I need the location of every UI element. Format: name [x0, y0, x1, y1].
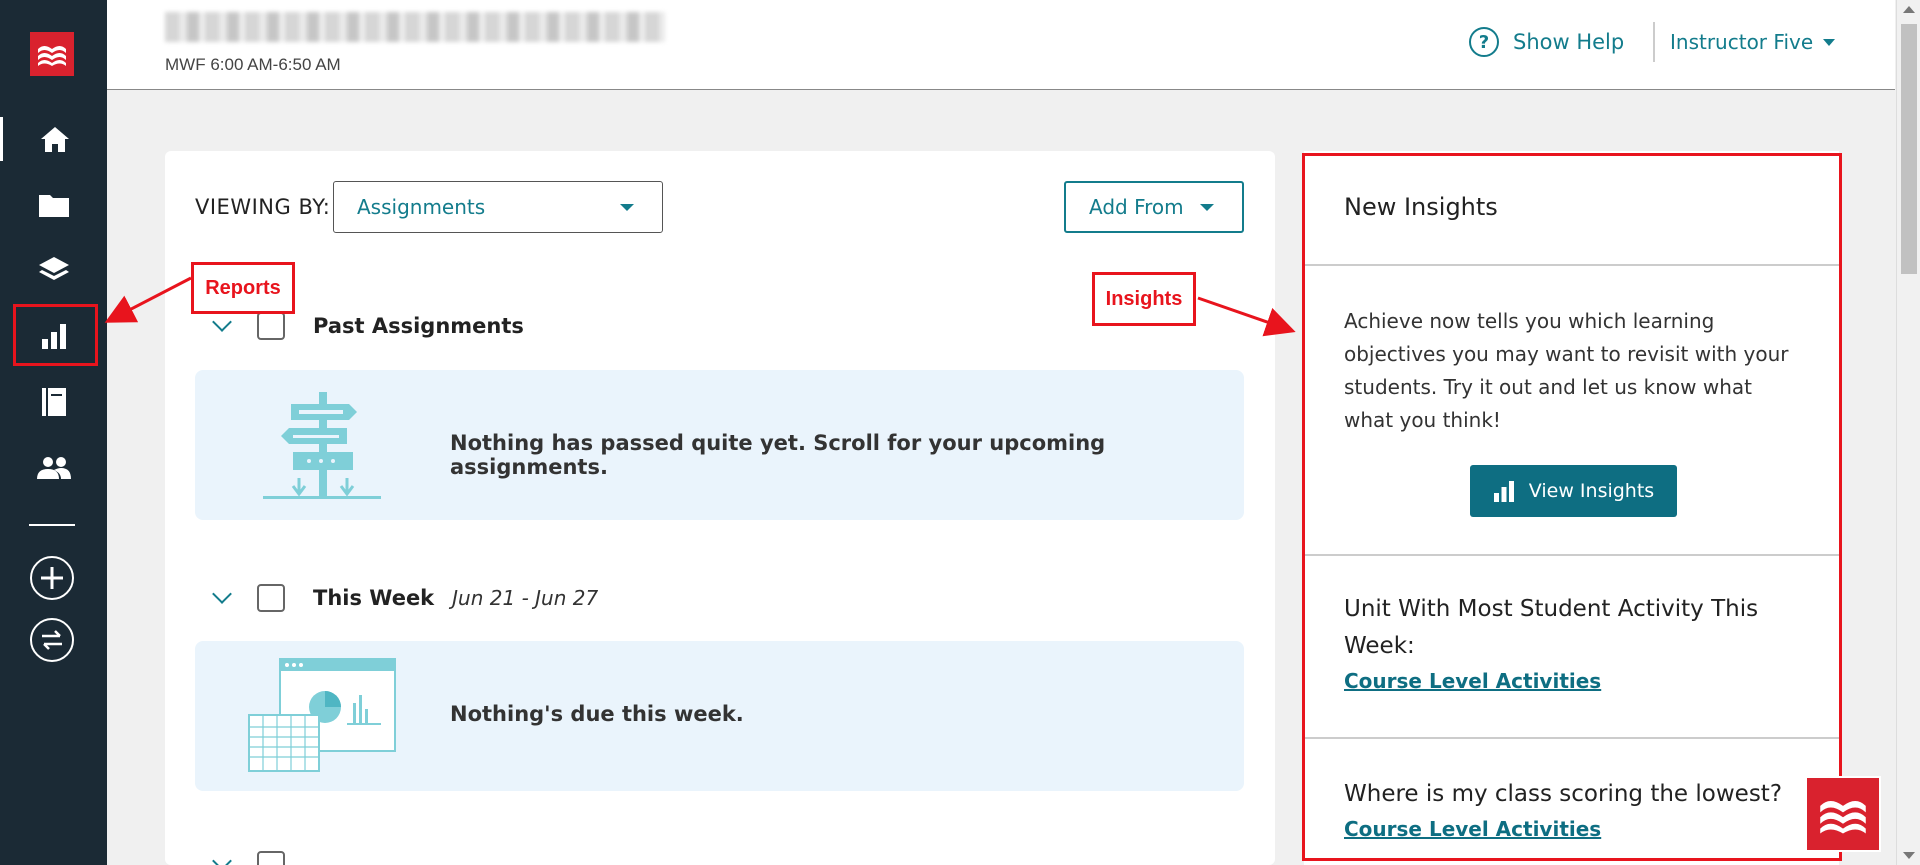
reports-arrow-icon: [104, 276, 192, 323]
annotation-arrows: [104, 276, 1296, 337]
insights-arrow-icon: [1197, 296, 1296, 337]
brand-logo-icon: [1820, 801, 1866, 834]
corner-brand-logo[interactable]: [1805, 776, 1881, 852]
